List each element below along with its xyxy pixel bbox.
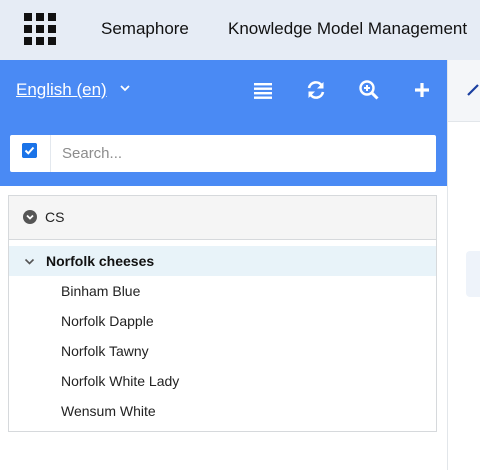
- language-selector[interactable]: English (en): [16, 80, 107, 100]
- chevron-down-icon[interactable]: [24, 256, 35, 267]
- list-icon[interactable]: [252, 79, 274, 101]
- concept-scheme-row[interactable]: CS: [9, 196, 436, 240]
- search-input[interactable]: [62, 139, 422, 168]
- list-item[interactable]: Binham Blue: [61, 283, 140, 299]
- chevron-down-icon[interactable]: [119, 82, 131, 94]
- concept-label: Norfolk cheeses: [46, 253, 155, 269]
- list-item[interactable]: Norfolk Dapple: [61, 313, 154, 329]
- search-box: [10, 135, 436, 172]
- concept-scheme-label: CS: [45, 209, 65, 225]
- chevron-circle-down-icon[interactable]: [23, 210, 37, 224]
- zoom-in-icon[interactable]: [358, 79, 380, 101]
- list-item[interactable]: Wensum White: [61, 403, 156, 419]
- refresh-icon[interactable]: [305, 79, 327, 101]
- concept-tree: CS Norfolk cheeses Binham Blue Norfolk D…: [8, 195, 437, 432]
- concept-row-selected[interactable]: Norfolk cheeses: [9, 246, 436, 276]
- apps-grid-icon[interactable]: [24, 13, 56, 45]
- plus-icon[interactable]: [411, 79, 433, 101]
- panel-header: English (en): [0, 60, 447, 122]
- detail-chip[interactable]: [466, 251, 480, 297]
- select-all-checkbox[interactable]: [22, 143, 37, 158]
- search-divider: [50, 135, 51, 172]
- list-item[interactable]: Norfolk White Lady: [61, 373, 179, 389]
- app-name[interactable]: Semaphore: [101, 19, 189, 39]
- top-bar: Semaphore Knowledge Model Management: [0, 0, 480, 60]
- pencil-icon[interactable]: [466, 83, 480, 97]
- page-title[interactable]: Knowledge Model Management: [228, 19, 467, 39]
- list-item[interactable]: Norfolk Tawny: [61, 343, 149, 359]
- search-bar: [0, 122, 447, 186]
